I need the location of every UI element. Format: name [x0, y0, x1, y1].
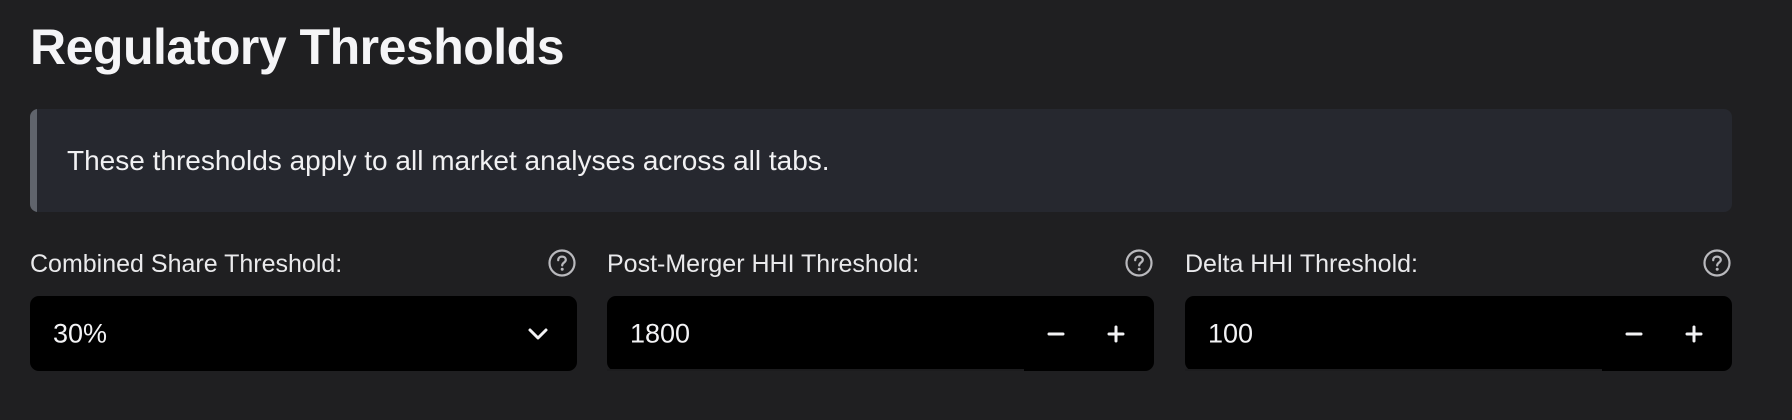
info-callout: These thresholds apply to all market ana…: [30, 109, 1732, 212]
input-underline: [607, 369, 1024, 371]
post-merger-hhi-field: Post-Merger HHI Threshold: 1800: [607, 248, 1154, 372]
delta-hhi-increment-button[interactable]: [1664, 296, 1724, 371]
info-message: These thresholds apply to all market ana…: [67, 144, 830, 176]
page-title: Regulatory Thresholds: [30, 19, 565, 75]
plus-icon: [1685, 325, 1703, 342]
combined-share-label: Combined Share Threshold:: [30, 250, 343, 278]
delta-hhi-input[interactable]: 100: [1185, 296, 1732, 371]
help-circle-icon[interactable]: [547, 248, 577, 278]
delta-hhi-value[interactable]: 100: [1208, 318, 1253, 349]
post-merger-hhi-label: Post-Merger HHI Threshold:: [607, 250, 920, 278]
combined-share-select[interactable]: 30%: [30, 296, 577, 371]
plus-icon: [1107, 325, 1125, 342]
combined-share-value: 30%: [53, 318, 108, 348]
minus-icon: [1625, 332, 1643, 335]
minus-icon: [1047, 332, 1065, 335]
input-underline: [1185, 369, 1602, 371]
delta-hhi-decrement-button[interactable]: [1604, 296, 1664, 371]
combined-share-field: Combined Share Threshold: 30%: [30, 248, 577, 372]
help-circle-icon[interactable]: [1124, 248, 1154, 278]
settings-page: Regulatory Thresholds These thresholds a…: [0, 0, 1792, 420]
help-circle-icon[interactable]: [1702, 248, 1732, 278]
post-merger-hhi-value[interactable]: 1800: [630, 318, 690, 349]
post-merger-hhi-input[interactable]: 1800: [607, 296, 1154, 371]
info-accent-bar: [30, 109, 37, 212]
post-merger-hhi-increment-button[interactable]: [1086, 296, 1146, 371]
post-merger-hhi-decrement-button[interactable]: [1026, 296, 1086, 371]
delta-hhi-field: Delta HHI Threshold: 100: [1185, 248, 1732, 372]
chevron-down-icon[interactable]: [525, 321, 551, 347]
delta-hhi-label: Delta HHI Threshold:: [1185, 250, 1418, 278]
